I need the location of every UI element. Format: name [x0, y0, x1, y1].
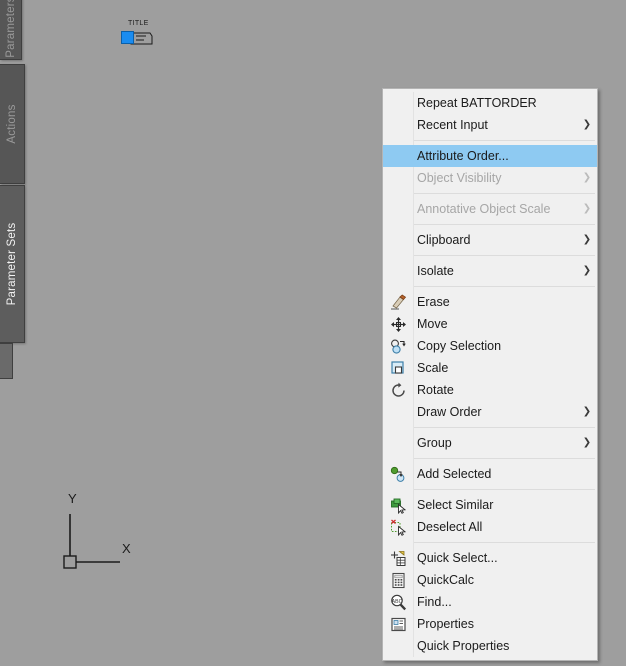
svg-text:ABC: ABC	[391, 599, 402, 605]
menu-item-label: Properties	[417, 616, 474, 631]
block-grip[interactable]	[121, 31, 134, 44]
quickcalc-icon	[383, 569, 413, 591]
menu-item-label: Select Similar	[417, 497, 494, 512]
menu-item-group[interactable]: Group ❯	[383, 432, 597, 454]
menu-separator	[413, 542, 595, 543]
block-attribute-text: TITLE	[128, 20, 149, 27]
menu-item-label: Rotate	[417, 382, 454, 397]
menu-item-label: Clipboard	[417, 232, 471, 247]
menu-item-object-visibility: Object Visibility ❯	[383, 167, 597, 189]
menu-item-copy-selection[interactable]: Copy Selection	[383, 335, 597, 357]
menu-item-label: Recent Input	[417, 117, 488, 132]
ucs-icon: Y X	[58, 492, 146, 576]
menu-item-label: Add Selected	[417, 466, 492, 481]
menu-item-label: QuickCalc	[417, 572, 474, 587]
menu-item-attribute-order[interactable]: Attribute Order...	[383, 145, 597, 167]
sidebar-tab-parameter-sets[interactable]: Parameter Sets	[0, 185, 25, 343]
menu-item-quick-properties[interactable]: Quick Properties	[383, 635, 597, 657]
menu-item-add-selected[interactable]: Add Selected	[383, 463, 597, 485]
chevron-right-icon: ❯	[582, 203, 592, 214]
menu-item-label: Erase	[417, 294, 450, 309]
menu-item-label: Attribute Order...	[417, 148, 509, 163]
menu-item-select-similar[interactable]: Select Similar	[383, 494, 597, 516]
menu-item-scale[interactable]: Scale	[383, 357, 597, 379]
menu-item-annotative-object-scale: Annotative Object Scale ❯	[383, 198, 597, 220]
menu-item-label: Find...	[417, 594, 452, 609]
find-icon: ABC	[383, 591, 413, 613]
chevron-right-icon: ❯	[582, 265, 592, 276]
menu-item-label: Repeat BATTORDER	[417, 95, 537, 110]
menu-item-no-icon	[383, 114, 413, 136]
menu-item-no-icon	[383, 145, 413, 167]
menu-item-label: Copy Selection	[417, 338, 502, 353]
menu-item-no-icon	[383, 167, 413, 189]
menu-item-no-icon	[383, 401, 413, 423]
sidebar-tab-parameter-sets-label: Parameter Sets	[6, 222, 18, 306]
menu-item-label: Annotative Object Scale	[417, 201, 551, 216]
menu-item-label: Group	[417, 435, 452, 450]
menu-item-repeat-battorder[interactable]: Repeat BATTORDER	[383, 92, 597, 114]
sidebar-tab-parameters[interactable]: Parameters	[0, 0, 22, 60]
menu-item-find[interactable]: ABC Find...	[383, 591, 597, 613]
rotate-icon	[383, 379, 413, 401]
menu-separator	[413, 427, 595, 428]
menu-item-draw-order[interactable]: Draw Order ❯	[383, 401, 597, 423]
menu-separator	[413, 286, 595, 287]
menu-item-no-icon	[383, 635, 413, 657]
menu-item-label: Draw Order	[417, 404, 482, 419]
block-reference-title[interactable]: TITLE	[110, 20, 174, 52]
menu-item-label: Quick Select...	[417, 550, 498, 565]
chevron-right-icon: ❯	[582, 172, 592, 183]
sidebar-tab-parameters-label: Parameters	[4, 0, 17, 58]
menu-item-no-icon	[383, 198, 413, 220]
menu-separator	[413, 193, 595, 194]
quick-select-icon	[383, 547, 413, 569]
chevron-right-icon: ❯	[582, 406, 592, 417]
menu-item-label: Scale	[417, 360, 449, 375]
chevron-right-icon: ❯	[582, 234, 592, 245]
menu-item-recent-input[interactable]: Recent Input ❯	[383, 114, 597, 136]
menu-item-isolate[interactable]: Isolate ❯	[383, 260, 597, 282]
menu-separator	[413, 224, 595, 225]
menu-separator	[413, 458, 595, 459]
scale-icon	[383, 357, 413, 379]
menu-separator	[413, 255, 595, 256]
chevron-right-icon: ❯	[582, 437, 592, 448]
menu-item-no-icon	[383, 92, 413, 114]
menu-item-move[interactable]: Move	[383, 313, 597, 335]
add-selected-icon	[383, 463, 413, 485]
menu-item-no-icon	[383, 260, 413, 282]
erase-icon	[383, 291, 413, 313]
ucs-y-label: Y	[68, 491, 77, 506]
menu-item-label: Move	[417, 316, 448, 331]
menu-item-no-icon	[383, 432, 413, 454]
menu-separator	[413, 489, 595, 490]
ucs-x-label: X	[122, 541, 131, 556]
sidebar-tab-actions[interactable]: Actions	[0, 64, 25, 184]
menu-item-label: Quick Properties	[417, 638, 510, 653]
sidebar-dock-tail	[0, 343, 13, 379]
menu-item-label: Isolate	[417, 263, 454, 278]
context-menu[interactable]: Repeat BATTORDER Recent Input ❯ Attribute O…	[382, 88, 598, 661]
menu-item-quick-select[interactable]: Quick Select...	[383, 547, 597, 569]
menu-separator	[413, 140, 595, 141]
properties-icon	[383, 613, 413, 635]
menu-item-properties[interactable]: Properties	[383, 613, 597, 635]
menu-item-rotate[interactable]: Rotate	[383, 379, 597, 401]
menu-item-quickcalc[interactable]: QuickCalc	[383, 569, 597, 591]
menu-item-erase[interactable]: Erase	[383, 291, 597, 313]
chevron-right-icon: ❯	[582, 119, 592, 130]
deselect-all-icon	[383, 516, 413, 538]
sidebar-tab-actions-label: Actions	[6, 104, 18, 144]
menu-item-clipboard[interactable]: Clipboard ❯	[383, 229, 597, 251]
menu-item-label: Deselect All	[417, 519, 483, 534]
menu-item-no-icon	[383, 229, 413, 251]
menu-item-label: Object Visibility	[417, 170, 502, 185]
move-icon	[383, 313, 413, 335]
select-similar-icon	[383, 494, 413, 516]
menu-item-deselect-all[interactable]: Deselect All	[383, 516, 597, 538]
copy-selection-icon	[383, 335, 413, 357]
